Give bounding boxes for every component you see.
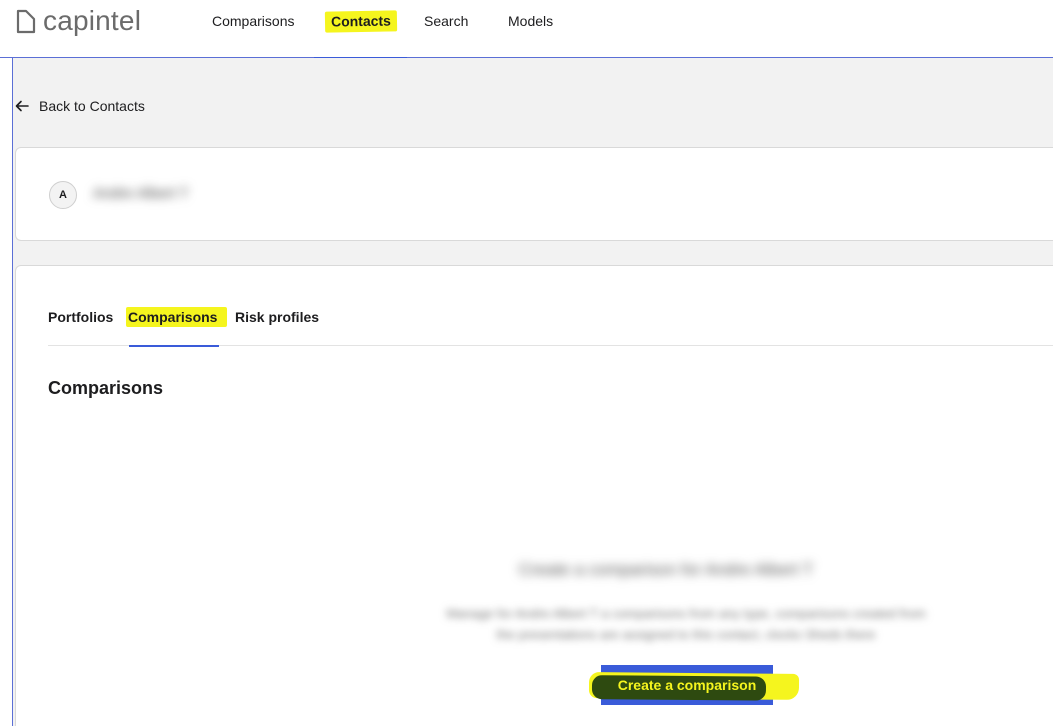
brand-name: capintel: [43, 5, 142, 36]
arrow-left-icon: [15, 100, 29, 112]
main-content: Back to Contacts A Andre Albert T Portfo…: [12, 58, 1053, 726]
nav-item-label: Comparisons: [212, 13, 295, 29]
nav-item-label: Search: [424, 13, 469, 29]
tab-risk-profiles[interactable]: Risk profiles: [235, 303, 345, 346]
contact-header-card: A Andre Albert T: [15, 147, 1053, 241]
empty-state-description-line: Manage for Andre Albert T a comparisons …: [446, 606, 926, 621]
nav-item-comparisons[interactable]: Comparisons: [194, 0, 314, 58]
logo-mark-icon: [16, 9, 36, 33]
contact-detail-card: Portfolios Comparisons Risk profiles Com…: [15, 265, 1053, 726]
tab-portfolios[interactable]: Portfolios: [48, 303, 129, 346]
nav-item-label: Models: [508, 13, 554, 29]
main-nav: Comparisons Contacts Search Models: [194, 0, 581, 59]
contact-name: Andre Albert T: [93, 185, 189, 202]
create-comparison-button[interactable]: Create a comparison: [588, 665, 800, 705]
empty-state-title: Create a comparison for Andre Albert T: [518, 560, 814, 579]
nav-item-label: Contacts: [324, 10, 398, 33]
back-link-label: Back to Contacts: [39, 98, 145, 114]
tab-bar: Portfolios Comparisons Risk profiles: [48, 303, 1053, 347]
avatar: A: [49, 181, 77, 209]
capintel-logo[interactable]: capintel: [16, 5, 141, 37]
nav-item-contacts[interactable]: Contacts: [314, 0, 407, 59]
section-title: Comparisons: [48, 378, 164, 398]
empty-state-description: Manage for Andre Albert T a comparisons …: [396, 603, 976, 645]
create-comparison-label: Create a comparison: [617, 677, 757, 693]
tab-label: Risk profiles: [235, 309, 320, 325]
nav-item-search[interactable]: Search: [407, 0, 501, 58]
back-to-contacts-link[interactable]: Back to Contacts: [15, 98, 145, 114]
top-navigation-bar: capintel Comparisons Contacts Search Mod…: [0, 0, 1053, 59]
tab-label: Comparisons: [126, 307, 228, 327]
nav-item-models[interactable]: Models: [501, 0, 581, 58]
tab-comparisons[interactable]: Comparisons: [126, 303, 235, 347]
empty-state-description-line: the presentations are assigned to this c…: [496, 627, 876, 642]
tab-label: Portfolios: [48, 309, 114, 325]
